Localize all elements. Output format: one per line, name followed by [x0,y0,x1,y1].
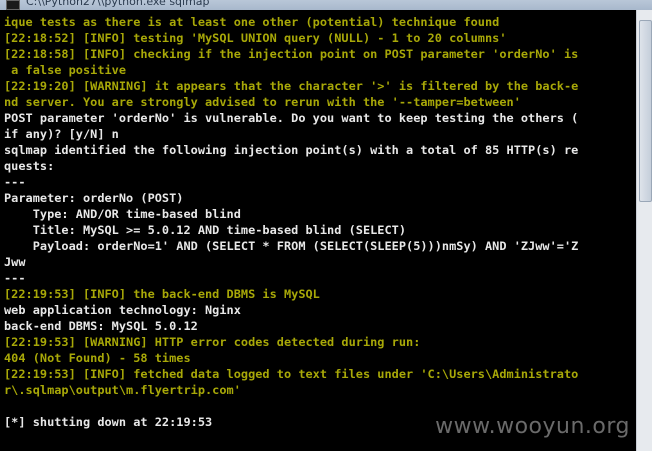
console-output[interactable]: ique tests as there is at least one othe… [0,10,636,451]
watermark: www.wooyun.org [435,414,630,439]
console-line: web application technology: Nginx [4,303,241,317]
console-line: Payload: orderNo=1' AND (SELECT * FROM (… [4,239,579,253]
console-line: [22:19:20] [WARNING] it appears that the… [4,79,579,93]
console-line: a false positive [4,63,127,77]
window-title: C:\\Python27\\python.exe sqlmap [26,0,210,8]
console-line: [22:19:53] [WARNING] HTTP error codes de… [4,335,421,349]
console-line: quests: [4,159,55,173]
console-line: ique tests as there is at least one othe… [4,15,500,29]
console-line: nd server. You are strongly advised to r… [4,95,521,109]
console-line: [22:18:52] [INFO] testing 'MySQL UNION q… [4,31,507,45]
console-line: [22:19:53] [INFO] the back-end DBMS is M… [4,287,320,301]
console-line: Parameter: orderNo (POST) [4,191,184,205]
console-line: if any)? [y/N] n [4,127,119,141]
console-line: sqlmap identified the following injectio… [4,143,579,157]
vertical-scrollbar[interactable] [636,10,652,451]
console-window: C:\\Python27\\python.exe sqlmap ique tes… [0,0,652,451]
console-line: Type: AND/OR time-based blind [4,207,241,221]
console-line: --- [4,271,26,285]
console-line: [22:18:58] [INFO] checking if the inject… [4,47,579,61]
console-line: [22:19:53] [INFO] fetched data logged to… [4,367,579,381]
title-bar[interactable]: C:\\Python27\\python.exe sqlmap [0,0,652,10]
console-line: r\.sqlmap\output\m.flyertrip.com' [4,383,241,397]
console-line: back-end DBMS: MySQL 5.0.12 [4,319,198,333]
console-line: Title: MySQL >= 5.0.12 AND time-based bl… [4,223,407,237]
scrollbar-thumb[interactable] [639,20,652,202]
console-lines: ique tests as there is at least one othe… [4,14,636,430]
console-line: --- [4,175,26,189]
console-line: Jww [4,255,26,269]
console-line: 404 (Not Found) - 58 times [4,351,191,365]
console-app-icon [6,0,20,10]
console-line: POST parameter 'orderNo' is vulnerable. … [4,111,579,125]
